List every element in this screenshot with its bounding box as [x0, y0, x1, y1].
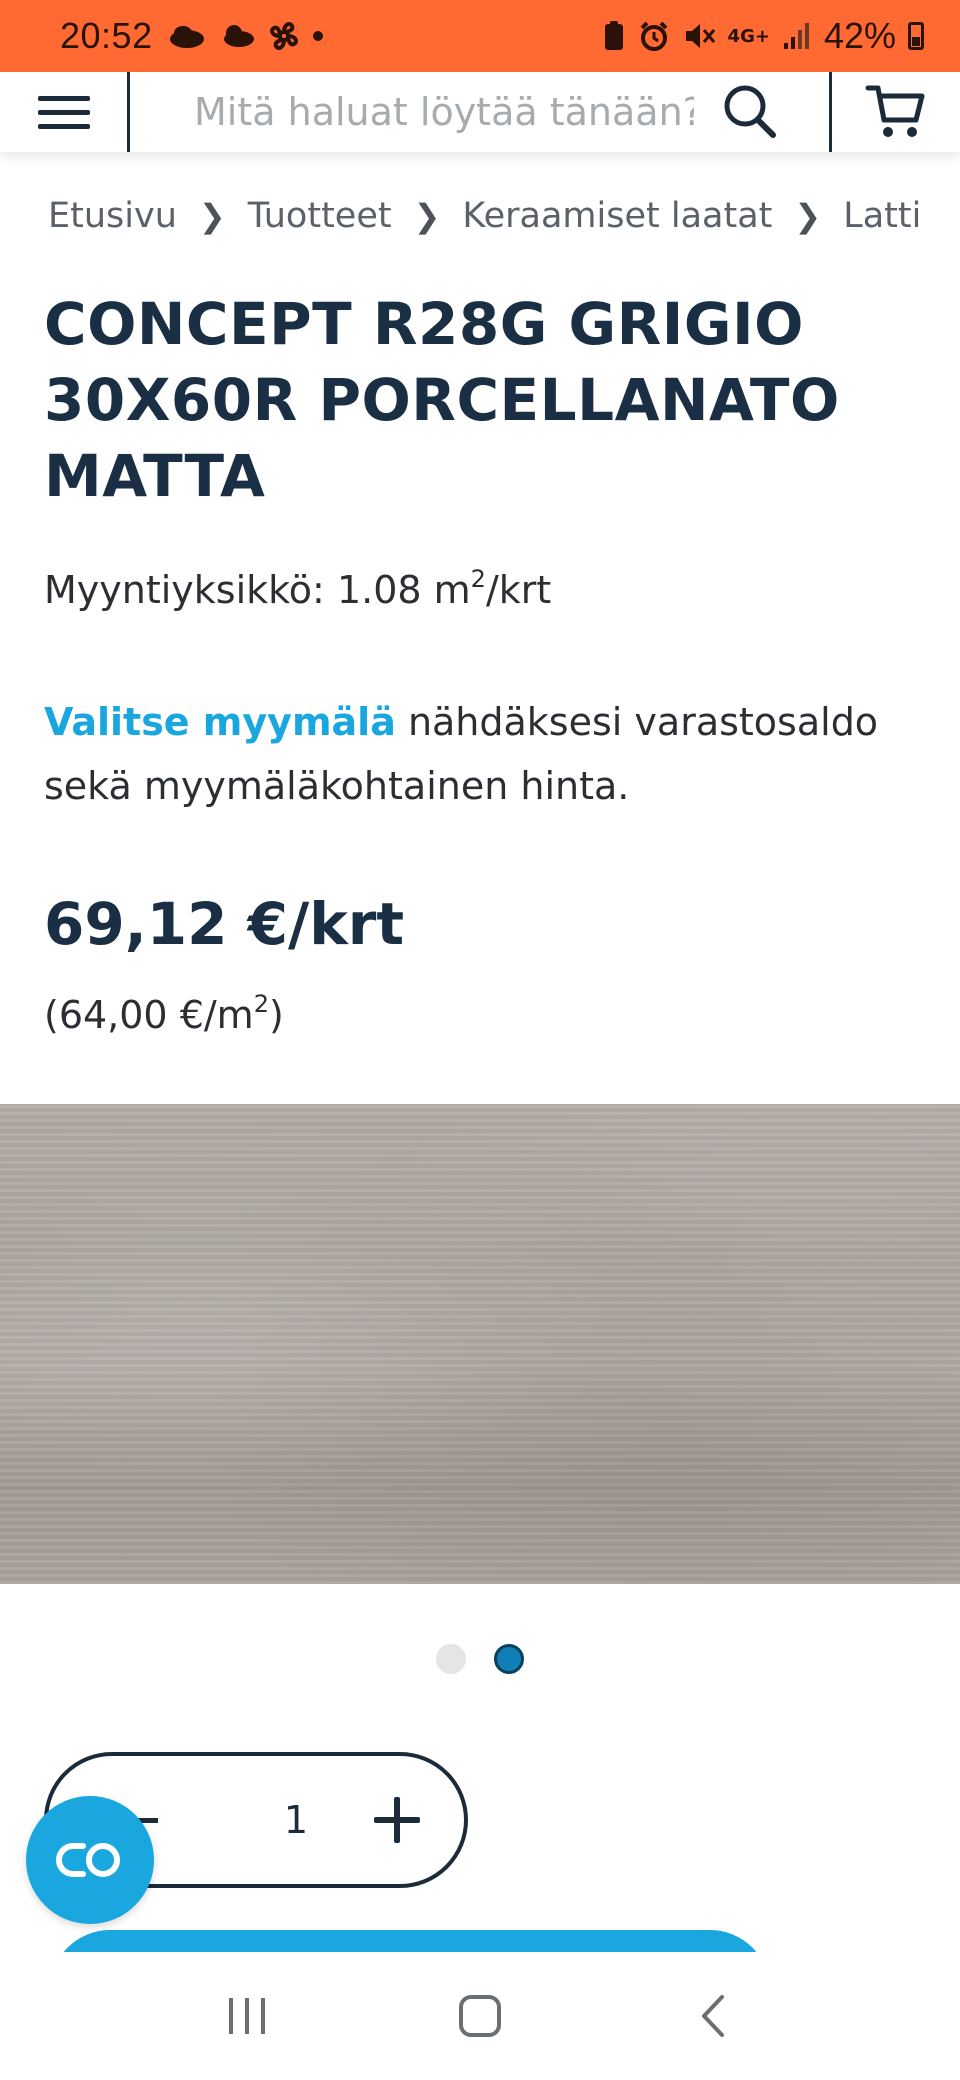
product-image[interactable] — [0, 1104, 960, 1584]
price-m2-suffix: ) — [268, 993, 284, 1037]
status-bar: 20:52 4G+ 42% — [0, 0, 960, 72]
home-button[interactable] — [435, 1971, 525, 2061]
quantity-increase-button[interactable] — [374, 1797, 420, 1843]
product-price: 69,12 €/krt — [44, 890, 405, 958]
hamburger-line — [38, 123, 90, 129]
back-button[interactable] — [668, 1971, 758, 2061]
network-type: 4G+ — [727, 25, 770, 47]
menu-button[interactable] — [0, 72, 130, 152]
gallery-pagination — [436, 1644, 524, 1674]
gallery-dot[interactable] — [436, 1644, 466, 1674]
system-navigation-bar — [0, 1952, 960, 2080]
status-time: 20:52 — [60, 15, 153, 56]
battery-icon — [908, 22, 924, 50]
recent-apps-button[interactable] — [202, 1971, 292, 2061]
search-icon — [724, 85, 776, 138]
hamburger-line — [38, 95, 90, 101]
sales-unit-prefix: Myyntiyksikkö: 1.08 m — [44, 568, 471, 612]
notification-icons — [167, 19, 325, 53]
system-icons: 4G+ 42% — [602, 15, 924, 57]
recent-apps-icon — [228, 1998, 265, 2034]
chevron-right-icon: ❯ — [413, 197, 441, 235]
site-header — [0, 72, 960, 152]
store-info: Valitse myymälä nähdäksesi varastosaldo … — [44, 690, 924, 818]
gallery-dot-active[interactable] — [494, 1644, 524, 1674]
image-texture — [0, 1104, 960, 1584]
chevron-right-icon: ❯ — [198, 197, 226, 235]
chat-button[interactable] — [26, 1796, 154, 1924]
breadcrumb-ceramic-tiles[interactable]: Keraamiset laatat — [462, 196, 772, 236]
cart-button[interactable] — [832, 72, 960, 152]
clipboard-icon — [604, 21, 623, 50]
select-store-link[interactable]: Valitse myymälä — [44, 700, 396, 744]
fan-icon — [269, 22, 298, 50]
battery-percent: 42% — [823, 15, 896, 56]
sales-unit: Myyntiyksikkö: 1.08 m2/krt — [44, 565, 551, 612]
quantity-value[interactable]: 1 — [284, 1798, 308, 1842]
cloud-icon — [169, 26, 204, 48]
hamburger-line — [38, 109, 90, 115]
breadcrumb-products[interactable]: Tuotteet — [248, 196, 392, 236]
price-per-m2: (64,00 €/m2) — [44, 990, 284, 1037]
sales-unit-sup: 2 — [470, 565, 486, 593]
weather-icon — [223, 25, 254, 47]
product-title: CONCEPT R28G GRIGIO 30X60R PORCELLANATO … — [44, 290, 840, 510]
breadcrumb-home[interactable]: Etusivu — [48, 196, 177, 236]
search-button[interactable] — [694, 82, 804, 142]
chat-icon — [56, 1843, 120, 1877]
signal-icon — [783, 23, 809, 49]
back-icon — [702, 1995, 725, 2037]
cart-icon — [865, 85, 925, 137]
price-m2-sup: 2 — [253, 990, 269, 1018]
breadcrumb: Etusivu ❯ Tuotteet ❯ Keraamiset laatat ❯… — [48, 196, 920, 236]
search-input[interactable] — [194, 90, 694, 134]
chevron-right-icon: ❯ — [794, 197, 822, 235]
price-m2-prefix: (64,00 €/m — [44, 993, 254, 1037]
sales-unit-suffix: /krt — [485, 568, 552, 612]
dot-icon — [312, 31, 323, 41]
search-bar — [130, 72, 832, 152]
alarm-icon — [640, 21, 667, 51]
home-icon — [458, 1995, 501, 2037]
mute-icon — [685, 24, 715, 48]
breadcrumb-floor-tiles[interactable]: Lattialaatat — [843, 196, 920, 236]
